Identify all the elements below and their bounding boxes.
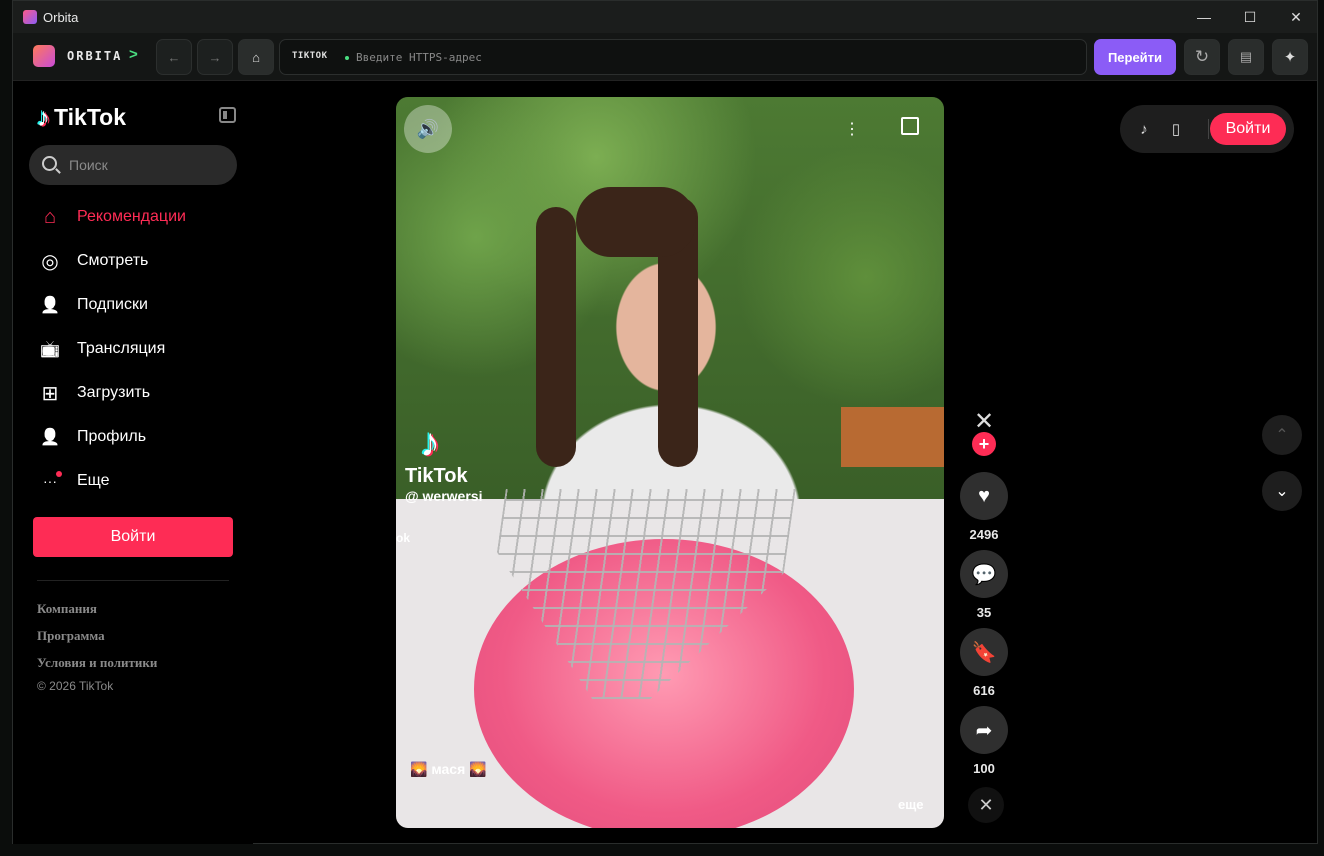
tiktok-wordmark: TikTok [54, 104, 126, 130]
window-title: Orbita [43, 10, 79, 25]
nav-item-recommendations[interactable]: ⌂ Рекомендации [37, 202, 186, 232]
live-tv-icon: 📺 [40, 341, 60, 358]
nav-item-live[interactable]: 📺 Трансляция [37, 334, 165, 364]
video-watermark: TikTok [405, 465, 468, 487]
minimize-button[interactable]: — [1181, 1, 1227, 33]
ai-assistant-button[interactable]: ✦ [1272, 39, 1308, 75]
like-count: 2496 [969, 527, 999, 542]
notification-dot-icon [56, 471, 62, 477]
collapse-sidebar-icon[interactable] [219, 107, 236, 123]
compass-icon: ◎ [41, 250, 59, 273]
forward-button[interactable]: → [197, 39, 233, 75]
orbita-app-icon [23, 10, 37, 24]
orbita-logo-icon [33, 45, 55, 67]
nav-item-upload[interactable]: ⊞ Загрузить [37, 378, 150, 408]
brand-name: ORBITA [67, 49, 123, 63]
volume-icon[interactable]: 🔊 [404, 105, 452, 153]
video-detail [576, 187, 696, 257]
follow-plus-icon[interactable]: + [972, 432, 996, 456]
reload-button[interactable]: ↻ [1184, 39, 1220, 75]
home-button[interactable]: ⌂ [238, 39, 274, 75]
title-bar: Orbita — ☐ ✕ [13, 1, 1317, 33]
video-frame-bottom [396, 499, 944, 828]
share-button[interactable]: ➦ [960, 706, 1008, 754]
search-input[interactable]: Поиск [29, 145, 237, 185]
mobile-app-icon[interactable]: ▯ [1166, 119, 1186, 139]
chevron-down-icon: ⌄ [1275, 483, 1289, 500]
more-icon: ··· [37, 468, 63, 494]
comment-count: 35 [976, 605, 992, 620]
next-video-button[interactable]: ⌄ [1262, 471, 1302, 511]
address-input[interactable]: Введите HTTPS-адрес [356, 51, 482, 64]
video-watermark-2: ok [396, 531, 411, 545]
profile-icon: 👤 [40, 429, 60, 446]
video-watermark-user: @ werwersi [405, 488, 483, 504]
nav-label: Загрузить [77, 384, 151, 401]
tiktok-sidebar: ♪ TikTok Поиск ⌂ Рекомендации ◎ Смотреть… [13, 82, 253, 844]
back-button[interactable]: ← [156, 39, 192, 75]
login-button[interactable]: Войти [33, 517, 233, 557]
reader-menu-button[interactable]: ▤ [1228, 39, 1264, 75]
home-icon: ⌂ [43, 205, 57, 228]
nav-label: Профиль [77, 428, 147, 445]
following-icon: 👤 [40, 297, 60, 314]
nav-item-more[interactable]: ··· Еще [37, 466, 110, 496]
top-right-actions: ♪ ▯ Войти [1120, 105, 1294, 153]
tiktok-app-icon[interactable]: ♪ [1134, 119, 1154, 139]
comment-button[interactable]: 💬 [960, 550, 1008, 598]
more-dots: ··· [43, 473, 57, 489]
previous-video-button[interactable]: ⌃ [1262, 415, 1302, 455]
heart-icon: ♥ [978, 484, 990, 507]
go-button[interactable]: Перейти [1094, 39, 1176, 75]
comment-icon: 💬 [971, 563, 997, 586]
more-options-icon[interactable]: ⋮ [844, 119, 860, 139]
top-login-button[interactable]: Войти [1210, 113, 1286, 145]
footer-link-terms[interactable]: Условия и политики [37, 655, 157, 671]
like-button[interactable]: ♥ [960, 472, 1008, 520]
browser-window: Orbita — ☐ ✕ ORBITA > ← → ⌂ TIKTOK Введи… [12, 0, 1318, 844]
video-detail [536, 207, 576, 467]
sidebar-divider [37, 580, 229, 581]
nav-label: Смотреть [77, 252, 149, 269]
nav-label: Рекомендации [77, 208, 186, 225]
footer-link-company[interactable]: Компания [37, 601, 97, 617]
site-tag: TIKTOK [292, 51, 328, 61]
video-frame-top [396, 97, 944, 499]
copyright: © 2026 TikTok [37, 679, 114, 693]
tiktok-logo[interactable]: ♪ TikTok [37, 102, 126, 133]
nav-label: Трансляция [77, 340, 166, 357]
nav-item-explore[interactable]: ◎ Смотреть [37, 246, 148, 276]
maximize-button[interactable]: ☐ [1227, 1, 1273, 33]
search-placeholder: Поиск [69, 157, 108, 173]
video-player[interactable]: 🔊 ⋮ ♪ TikTok @ werwersi ok 🌄 мася 🌄 еще [396, 97, 944, 828]
fullscreen-icon[interactable] [901, 117, 919, 135]
share-icon: ➦ [975, 719, 993, 742]
secure-dot-icon [345, 56, 349, 60]
address-bar[interactable]: TIKTOK Введите HTTPS-адрес [279, 39, 1087, 75]
search-icon [42, 156, 57, 171]
video-caption[interactable]: 🌄 мася 🌄 [410, 761, 487, 778]
pill-divider [1208, 119, 1209, 139]
share-count: 100 [973, 761, 995, 776]
nav-item-profile[interactable]: 👤 Профиль [37, 422, 146, 452]
nav-item-following[interactable]: 👤 Подписки [37, 290, 148, 320]
tiktok-note-icon: ♪ [37, 102, 50, 132]
browser-toolbar: ORBITA > ← → ⌂ TIKTOK Введите HTTPS-адре… [13, 33, 1317, 81]
nav-label: Еще [77, 472, 110, 489]
nav-label: Подписки [77, 296, 148, 313]
brand-chevron-icon[interactable]: > [129, 46, 138, 63]
save-count: 616 [973, 683, 995, 698]
chevron-up-icon: ⌃ [1275, 427, 1289, 444]
caption-more-link[interactable]: еще [898, 797, 923, 812]
tiktok-watermark-icon: ♪ [420, 421, 440, 465]
save-button[interactable]: 🔖 [960, 628, 1008, 676]
bookmark-icon: 🔖 [971, 641, 997, 664]
close-button[interactable]: ✕ [1273, 1, 1319, 33]
footer-link-program[interactable]: Программа [37, 628, 105, 644]
upload-icon: ⊞ [41, 382, 59, 405]
music-disc-icon[interactable]: ✕ [968, 787, 1004, 823]
